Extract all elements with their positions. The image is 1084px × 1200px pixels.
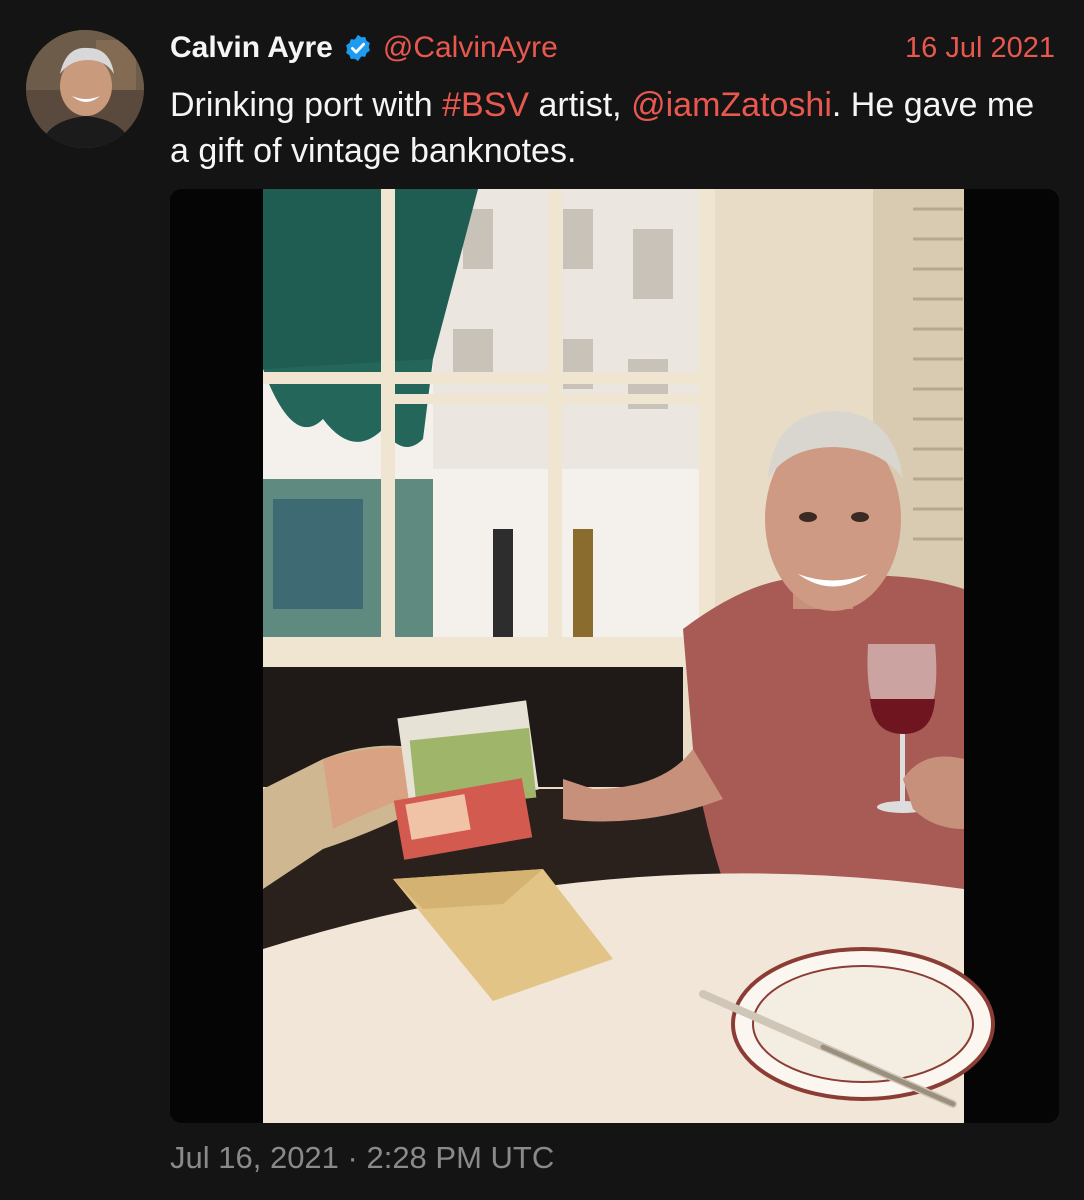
author-display-name[interactable]: Calvin Ayre xyxy=(170,31,333,65)
tweet: Calvin Ayre @CalvinAyre 16 Jul 2021 Drin… xyxy=(0,0,1084,1200)
tweet-header: Calvin Ayre @CalvinAyre xyxy=(170,28,558,68)
tweet-timestamp[interactable]: Jul 16, 2021 · 2:28 PM UTC xyxy=(170,1140,554,1176)
author-handle[interactable]: @CalvinAyre xyxy=(383,31,558,65)
verified-badge-icon xyxy=(343,33,373,63)
tweet-date[interactable]: 16 Jul 2021 xyxy=(905,28,1055,68)
tweet-text-segment: artist, xyxy=(529,86,632,124)
tweet-media[interactable] xyxy=(170,189,1059,1123)
mention-link[interactable]: @iamZatoshi xyxy=(631,86,832,124)
author-avatar[interactable] xyxy=(26,30,144,148)
tweet-text: Drinking port with #BSV artist, @iamZato… xyxy=(170,82,1050,174)
tweet-text-segment: Drinking port with xyxy=(170,86,443,124)
hashtag-link[interactable]: #BSV xyxy=(442,86,529,124)
tweet-photo xyxy=(170,189,1059,1123)
avatar-photo xyxy=(26,30,144,148)
